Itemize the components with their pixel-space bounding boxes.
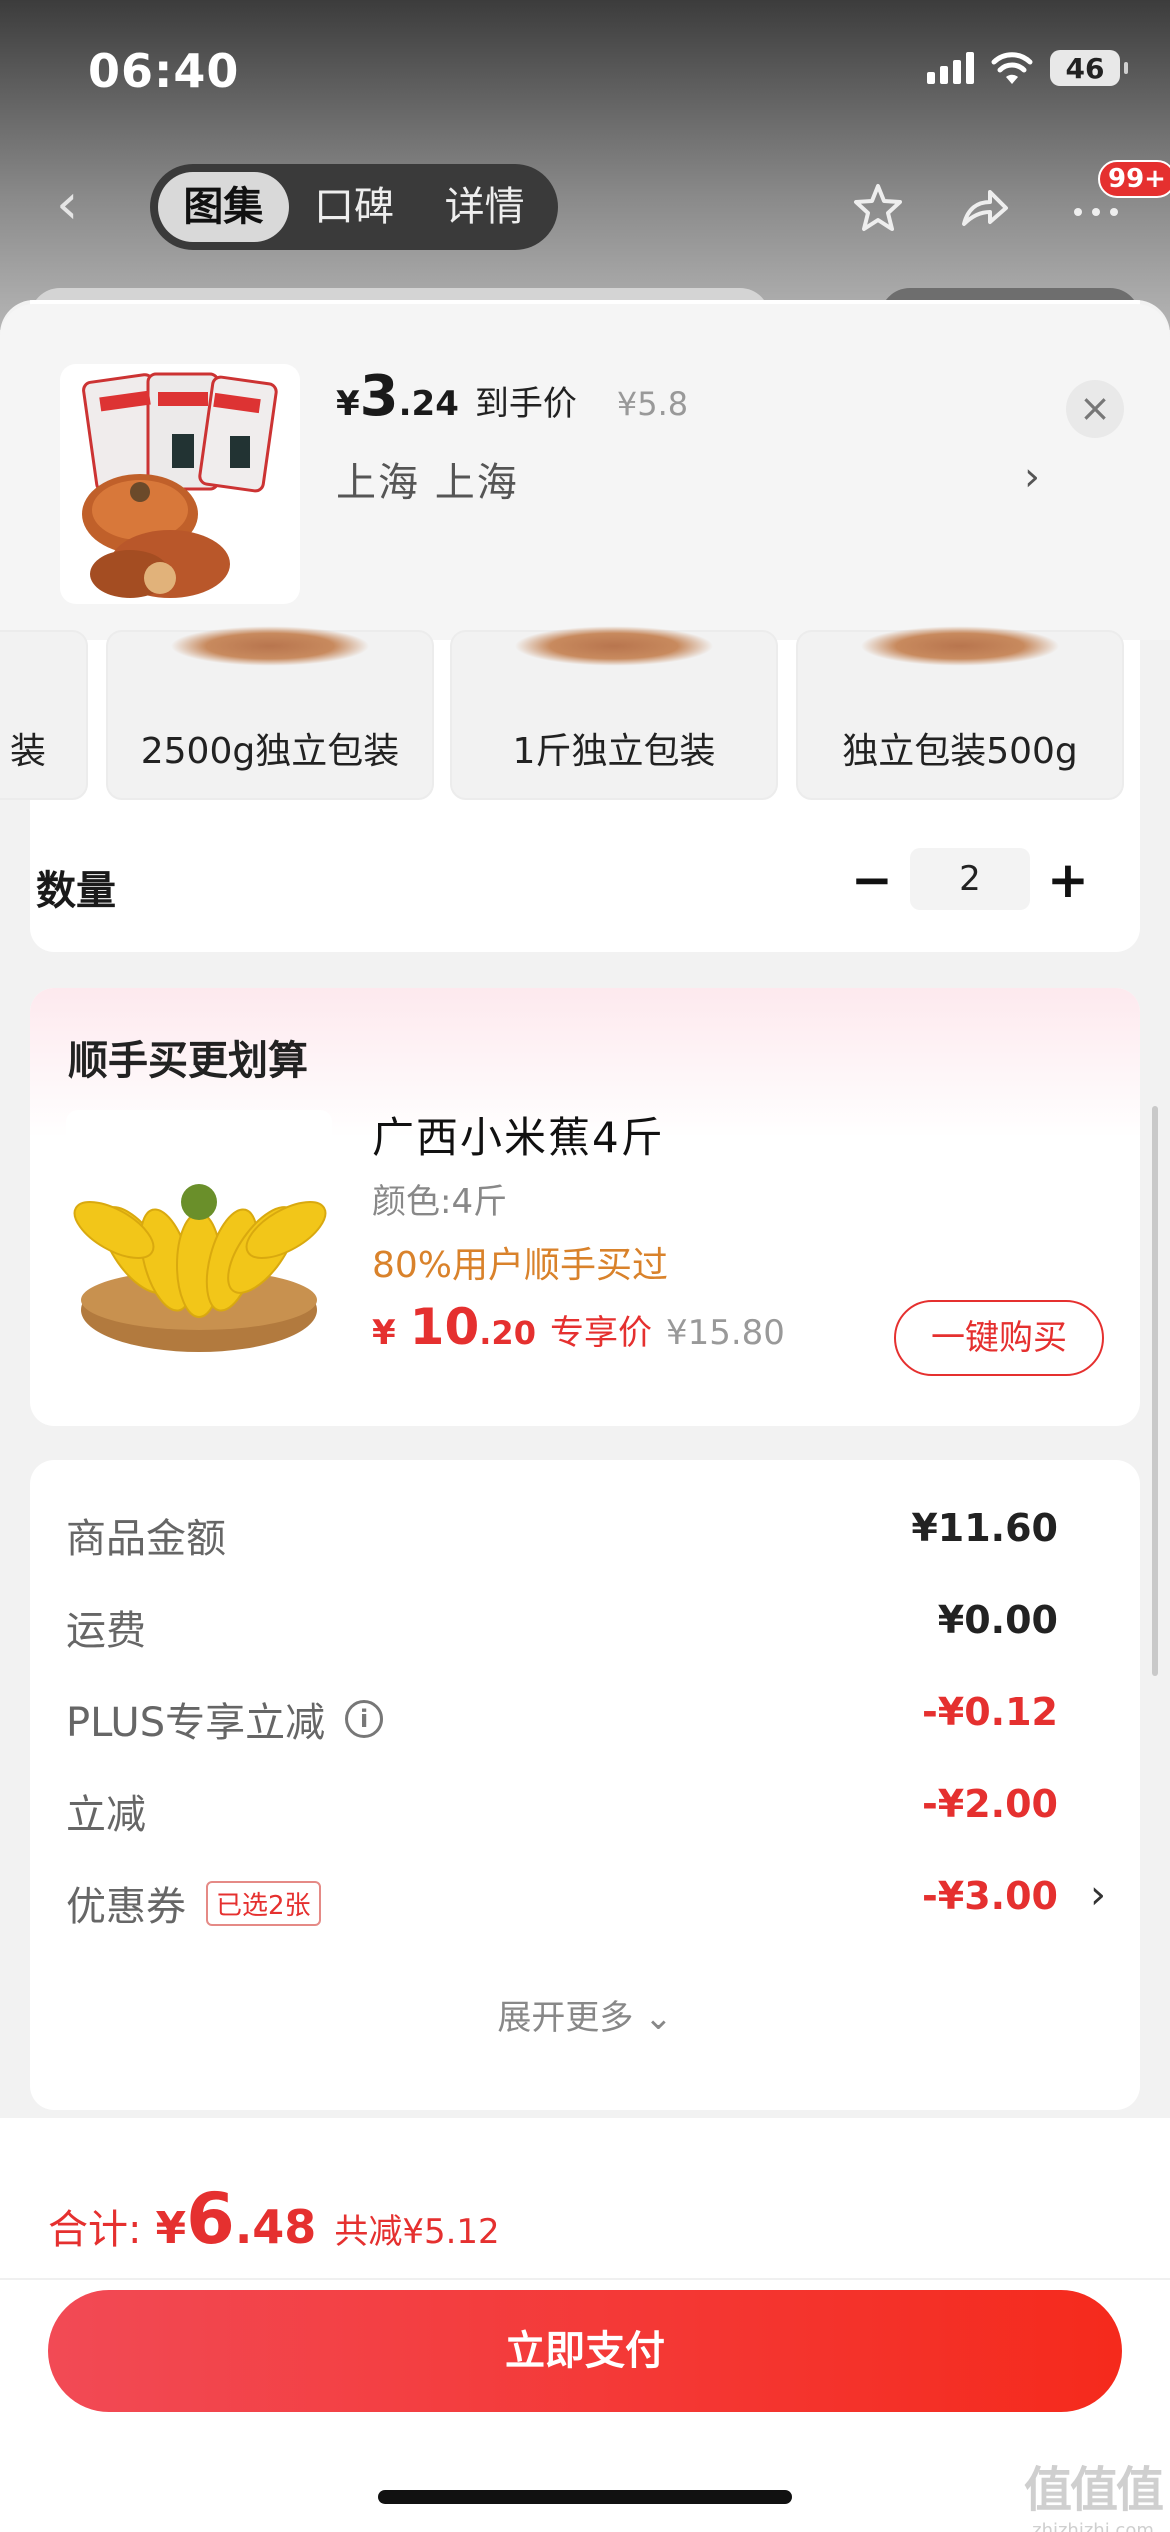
sku-option[interactable]: 独立包装500g [796,626,1124,800]
quantity-label: 数量 [36,868,116,914]
watermark-site: zhizhizhi.com [1032,2520,1154,2532]
upsell-card: 顺手买更划算 广西小米蕉4斤 颜色:4斤 80%用户顺手买过 ¥ 10 .20 … [30,988,1140,1426]
sku-option-label: 1斤独立包装 [512,731,716,772]
original-price: ¥5.8 [616,385,689,423]
nav-tabs: 图集 口碑 详情 [150,164,558,250]
price-currency: ¥ [336,384,360,424]
watermark: 值值值 zhizhizhi.com [1020,2450,1166,2532]
home-indicator[interactable] [378,2490,792,2504]
message-count-badge: 99+ [1098,160,1170,198]
total-amount: 合计: ¥ 6 .48 共减¥5.12 [48,2178,500,2260]
summary-row-shipping: 运费 ¥0.00 [66,1598,1106,1658]
delivery-address[interactable]: 上海 上海 [336,450,519,508]
summary-value: ¥0.00 [937,1598,1058,1642]
summary-row-plus-discount: PLUS专享立减 i -¥0.12 [66,1690,1106,1750]
summary-row-instant-discount: 立减 -¥2.00 [66,1782,1106,1842]
persimmon-image-peek [170,626,370,666]
info-icon[interactable]: i [345,1700,384,1738]
summary-label-text: 运费 [66,1608,146,1654]
order-summary-card: 商品金额 ¥11.60 运费 ¥0.00 PLUS专享立减 i -¥0.12 立… [30,1460,1140,2110]
summary-label: 运费 [66,1598,146,1656]
expand-more-link[interactable]: 展开更多 ⌄ [30,1990,1140,2039]
quantity-row: 数量 − 2 + [36,828,1096,938]
total-saved: 共减¥5.12 [334,2212,500,2252]
total-integer: 6 [186,2178,235,2260]
price-integer: 10 [409,1298,480,1356]
sku-option[interactable]: 2500g独立包装 [106,626,434,800]
summary-label: 商品金额 [66,1506,226,1564]
upsell-product-spec: 颜色:4斤 [372,1182,508,1222]
upsell-product-name[interactable]: 广西小米蕉4斤 [372,1104,665,1165]
price-tag: 到手价 [474,384,577,424]
chevron-right-icon[interactable]: › [1024,454,1040,500]
watermark-logo: 值值值 [1023,2462,1164,2518]
header-price: ¥ 3 .24 到手价 ¥5.8 [336,364,688,429]
banana-product-image[interactable] [66,1110,332,1376]
coupon-count-tag: 已选2张 [206,1880,321,1926]
sku-option[interactable]: 装 [0,630,88,800]
price-integer: 3 [359,364,399,429]
upsell-price: ¥ 10 .20 专享价 ¥15.80 [372,1298,785,1356]
chevron-right-icon[interactable]: › [1090,1872,1106,1918]
checkout-bar: 合计: ¥ 6 .48 共减¥5.12 立即支付 [0,2118,1170,2532]
pay-now-button[interactable]: 立即支付 [48,2290,1122,2412]
status-time: 06:40 [88,44,240,98]
total-decimal: .48 [234,2200,317,2254]
summary-row-coupon[interactable]: 优惠券 已选2张 -¥3.00 › [66,1872,1106,1934]
summary-label-text: 优惠券 [66,1884,186,1930]
sku-option-label: 独立包装500g [842,731,1078,772]
persimmon-image-peek [514,626,714,666]
price-decimal: .20 [479,1314,536,1352]
scrollbar[interactable] [1152,1106,1158,1676]
summary-value: -¥2.00 [922,1782,1058,1826]
price-currency: ¥ [372,1313,396,1353]
sku-option-label: 2500g独立包装 [140,731,400,772]
sku-option-label: 装 [10,731,47,772]
summary-label: 立减 [66,1782,146,1840]
one-click-buy-button[interactable]: 一键购买 [894,1300,1104,1376]
wifi-icon [991,52,1033,84]
close-button[interactable]: × [1066,380,1124,438]
back-icon[interactable]: ‹ [56,177,106,233]
upsell-social-proof: 80%用户顺手买过 [372,1245,669,1286]
increment-button[interactable]: + [1040,852,1096,908]
summary-label-text: PLUS专享立减 [66,1700,326,1746]
summary-label-text: 立减 [66,1792,146,1838]
tab-reviews[interactable]: 口碑 [289,172,420,242]
persimmon-image-peek [860,626,1060,666]
top-nav: ‹ 图集 口碑 详情 [0,160,1170,250]
product-header-card: ¥ 3 .24 到手价 ¥5.8 上海 上海 › × [0,304,1170,640]
divider [0,2278,1170,2280]
original-price: ¥15.80 [665,1313,785,1353]
price-decimal: .24 [398,384,459,424]
total-currency: ¥ [155,2203,187,2254]
tab-gallery[interactable]: 图集 [158,172,289,242]
tab-details[interactable]: 详情 [419,172,550,242]
total-label: 合计: [48,2207,142,2253]
summary-value: -¥3.00 [922,1874,1058,1918]
summary-label: 优惠券 已选2张 [66,1874,321,1932]
battery-icon: 46 [1050,50,1128,86]
persimmon-product-image [60,364,300,604]
persimmon-illustration [82,372,278,598]
summary-label: PLUS专享立减 i [66,1690,384,1748]
summary-row-subtotal: 商品金额 ¥11.60 [66,1506,1106,1566]
cellular-signal-icon [927,52,974,84]
summary-value: -¥0.12 [922,1690,1058,1734]
upsell-title: 顺手买更划算 [68,1038,308,1084]
summary-value: ¥11.60 [911,1506,1058,1550]
summary-label-text: 商品金额 [66,1516,226,1562]
quantity-input[interactable]: 2 [910,848,1030,910]
share-icon[interactable] [956,180,1012,236]
banana-illustration [73,1184,327,1352]
sku-option[interactable]: 1斤独立包装 [450,626,778,800]
decrement-button[interactable]: − [844,852,900,908]
favorite-star-icon[interactable] [850,180,906,236]
status-bar: 06:40 46 [0,0,1170,150]
sku-options-layer: 装 2500g独立包装 1斤独立包装 独立包装500g [0,626,1170,800]
price-tag: 专享价 [549,1313,652,1353]
